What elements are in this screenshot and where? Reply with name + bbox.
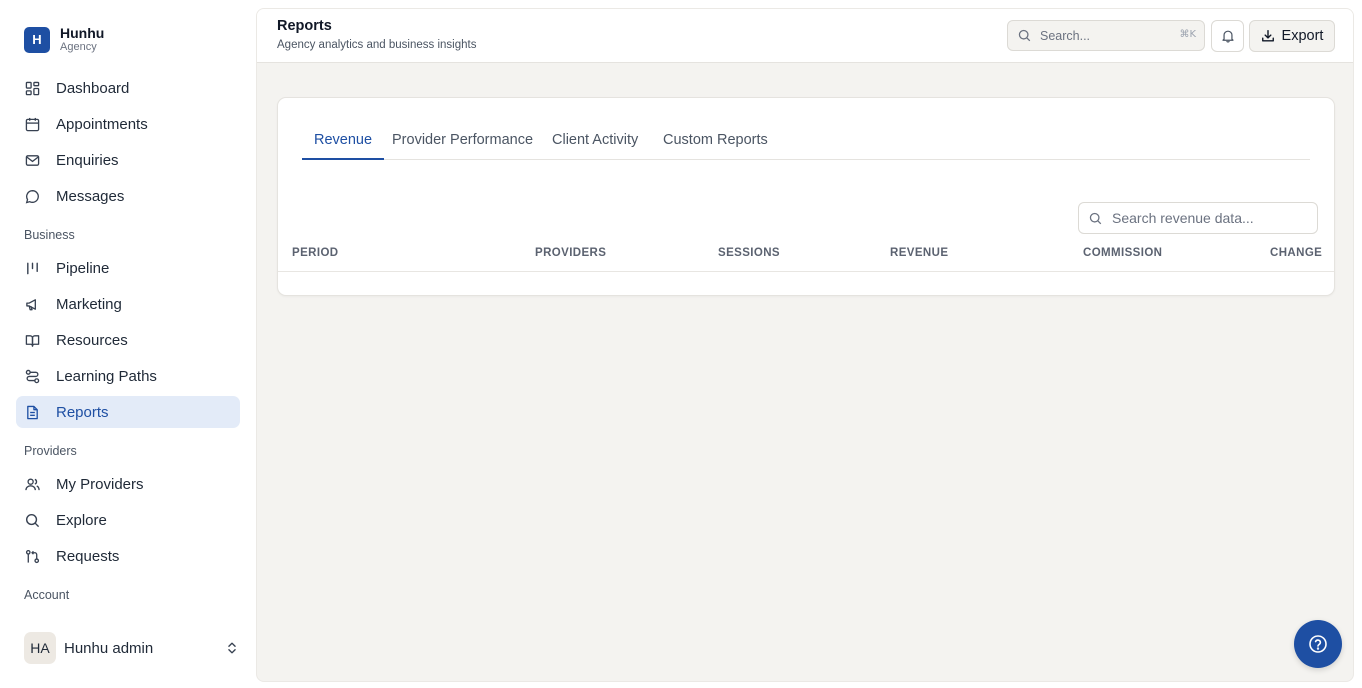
- file-text-icon: [24, 404, 40, 420]
- search-icon: [1089, 212, 1102, 225]
- calendar-icon: [24, 116, 40, 132]
- reports-card: Revenue Provider Performance Client Acti…: [277, 97, 1335, 296]
- table-header: PERIOD PROVIDERS SESSIONS REVENUE COMMIS…: [278, 244, 1334, 272]
- section-label-providers: Providers: [24, 444, 77, 458]
- sidebar-item-label: Messages: [56, 187, 125, 205]
- brand-logo: H: [24, 26, 50, 53]
- export-button[interactable]: Export: [1249, 20, 1335, 52]
- pull-request-icon: [24, 548, 40, 564]
- tab-revenue[interactable]: Revenue: [302, 132, 385, 160]
- search-shortcut: ⌘K: [1179, 29, 1196, 40]
- sidebar-item-marketing[interactable]: Marketing: [16, 288, 240, 320]
- column-header-change[interactable]: CHANGE: [1270, 247, 1322, 259]
- sidebar-item-label: Enquiries: [56, 151, 119, 169]
- users-icon: [24, 476, 40, 492]
- download-icon: [1261, 29, 1275, 43]
- sidebar-item-my-providers[interactable]: My Providers: [16, 468, 240, 500]
- sidebar-item-label: Appointments: [56, 115, 148, 133]
- main-content: Reports Agency analytics and business in…: [256, 8, 1354, 682]
- sidebar-item-reports[interactable]: Reports: [16, 396, 240, 428]
- column-header-providers[interactable]: PROVIDERS: [535, 247, 606, 259]
- sidebar-item-appointments[interactable]: Appointments: [16, 108, 240, 140]
- sidebar-item-label: Dashboard: [56, 79, 130, 97]
- page-subtitle: Agency analytics and business insights: [277, 39, 477, 51]
- tab-provider-performance[interactable]: Provider Performance: [392, 132, 533, 160]
- column-header-sessions[interactable]: SESSIONS: [718, 247, 780, 259]
- megaphone-icon: [24, 296, 40, 312]
- column-header-revenue[interactable]: REVENUE: [890, 247, 948, 259]
- brand-name: Hunhu: [60, 25, 105, 41]
- sidebar-item-enquiries[interactable]: Enquiries: [16, 144, 240, 176]
- column-header-commission[interactable]: COMMISSION: [1083, 247, 1162, 259]
- global-search[interactable]: ⌘K: [1007, 20, 1205, 51]
- bell-icon: [1221, 29, 1235, 43]
- user-name: Hunhu admin: [64, 639, 154, 657]
- book-icon: [24, 332, 40, 348]
- column-header-period[interactable]: PERIOD: [292, 247, 339, 259]
- section-label-account: Account: [24, 588, 70, 602]
- brand[interactable]: H Hunhu Agency: [24, 26, 104, 53]
- mail-icon: [24, 152, 40, 168]
- report-tabs: Revenue Provider Performance Client Acti…: [302, 122, 1310, 160]
- chevrons-up-down-icon: [224, 640, 240, 656]
- search-icon: [1018, 29, 1032, 43]
- user-menu[interactable]: HA Hunhu admin: [24, 632, 240, 664]
- top-bar: Reports Agency analytics and business in…: [257, 9, 1353, 63]
- pipeline-icon: [24, 260, 40, 276]
- sidebar-item-label: Learning Paths: [56, 367, 157, 385]
- sidebar-item-label: Marketing: [56, 295, 122, 313]
- sidebar-item-dashboard[interactable]: Dashboard: [16, 72, 240, 104]
- help-circle-icon: [1308, 634, 1328, 654]
- sidebar-item-explore[interactable]: Explore: [16, 504, 240, 536]
- route-icon: [24, 368, 40, 384]
- sidebar-item-pipeline[interactable]: Pipeline: [16, 252, 240, 284]
- export-label: Export: [1281, 28, 1324, 44]
- brand-subtitle: Agency: [60, 41, 97, 53]
- sidebar-item-label: Explore: [56, 511, 107, 529]
- dashboard-icon: [24, 80, 40, 96]
- tab-custom-reports[interactable]: Custom Reports: [663, 132, 768, 160]
- tab-client-activity[interactable]: Client Activity: [552, 132, 638, 160]
- search-icon: [24, 512, 40, 528]
- section-label-business: Business: [24, 228, 75, 242]
- sidebar-item-messages[interactable]: Messages: [16, 180, 240, 212]
- avatar: HA: [24, 632, 56, 664]
- revenue-search[interactable]: [1078, 202, 1318, 234]
- notifications-button[interactable]: [1211, 20, 1244, 52]
- sidebar-item-label: Requests: [56, 547, 120, 565]
- sidebar-item-requests[interactable]: Requests: [16, 540, 240, 572]
- sidebar-item-label: My Providers: [56, 475, 144, 493]
- sidebar-item-label: Reports: [56, 403, 109, 421]
- sidebar: H Hunhu Agency Dashboard Appointments En…: [0, 0, 256, 688]
- sidebar-item-label: Resources: [56, 331, 128, 349]
- sidebar-item-label: Pipeline: [56, 259, 110, 277]
- global-search-input[interactable]: [1040, 28, 1170, 43]
- message-icon: [24, 188, 40, 204]
- page-title: Reports: [277, 18, 332, 34]
- sidebar-item-learning-paths[interactable]: Learning Paths: [16, 360, 240, 392]
- help-button[interactable]: [1294, 620, 1342, 668]
- revenue-search-input[interactable]: [1112, 210, 1312, 226]
- sidebar-item-resources[interactable]: Resources: [16, 324, 240, 356]
